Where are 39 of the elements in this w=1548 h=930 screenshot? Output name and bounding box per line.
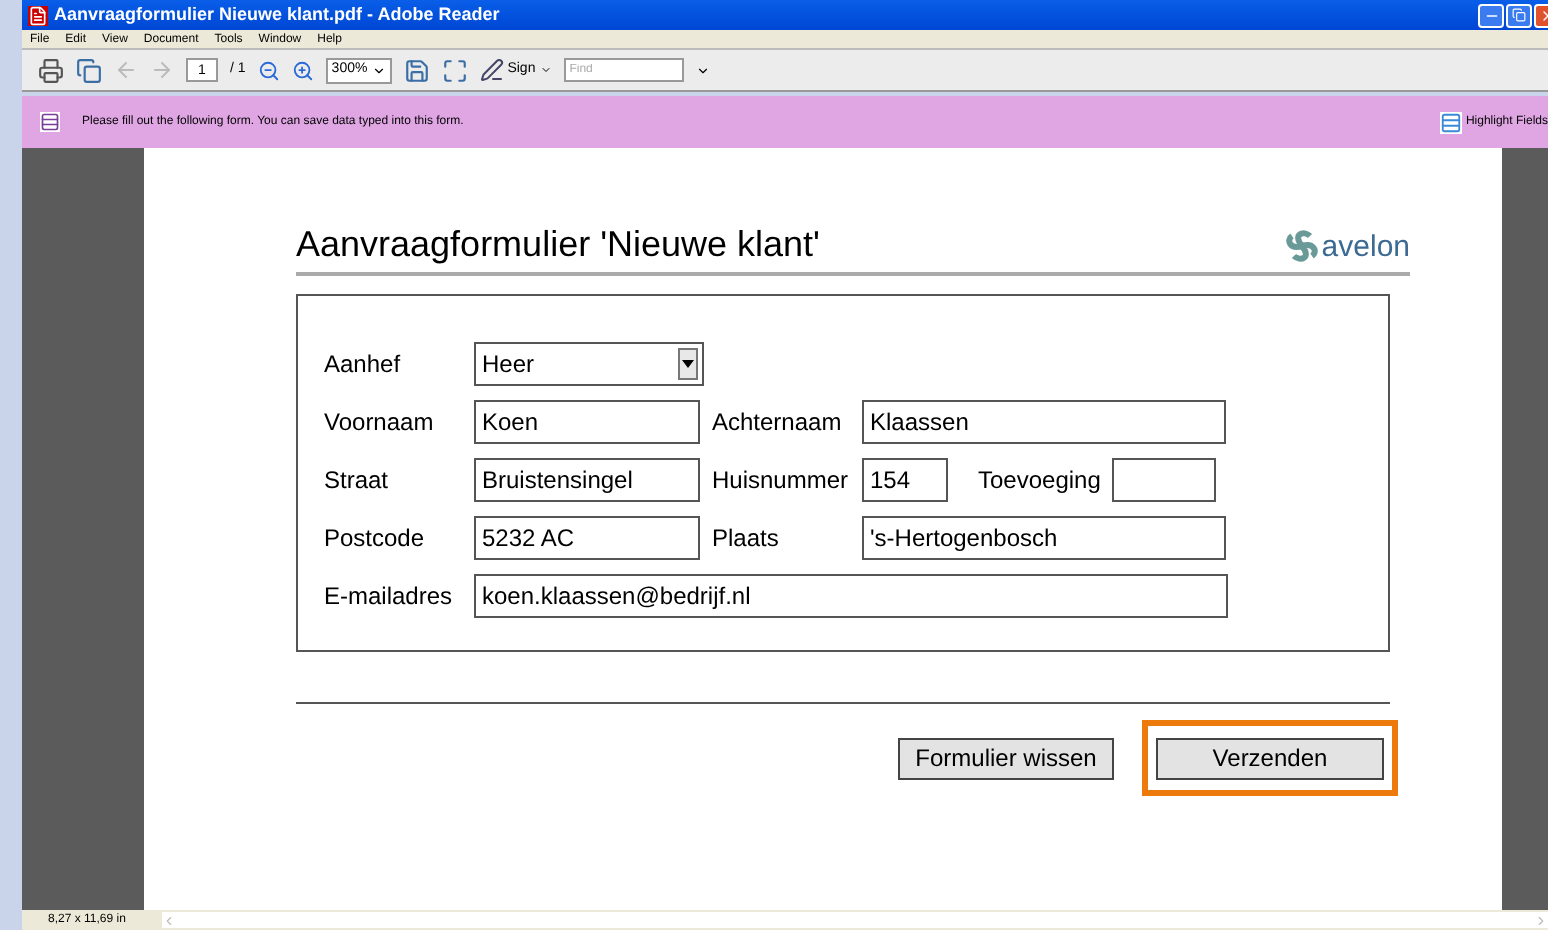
zoom-out-icon[interactable] bbox=[257, 59, 280, 81]
dropdown-field[interactable]: Heer bbox=[474, 342, 704, 386]
find-options-icon[interactable] bbox=[695, 63, 710, 77]
field-label: Aanhef bbox=[324, 348, 403, 382]
company-logo: avelon bbox=[1283, 230, 1410, 262]
save-icon[interactable] bbox=[403, 57, 430, 83]
field-label: Voornaam bbox=[324, 406, 436, 440]
input-field[interactable]: 154 bbox=[862, 458, 948, 502]
caret-icon bbox=[371, 63, 386, 77]
pages-icon[interactable] bbox=[76, 57, 102, 83]
restore-button[interactable] bbox=[1506, 3, 1532, 27]
caret-icon bbox=[539, 64, 552, 76]
input-field[interactable] bbox=[1112, 458, 1216, 502]
input-field[interactable]: Koen bbox=[474, 400, 700, 444]
input-field[interactable]: Bruistensingel bbox=[474, 458, 700, 502]
field-label: Toevoeging bbox=[976, 464, 1103, 498]
form-button[interactable]: Verzenden bbox=[1156, 737, 1384, 779]
form-button[interactable]: Formulier wissen bbox=[898, 737, 1114, 779]
pdf-file-icon bbox=[28, 5, 48, 25]
field-label: E-mailadres bbox=[324, 580, 455, 614]
minimize-button[interactable] bbox=[1478, 3, 1504, 27]
zoom-in-icon[interactable] bbox=[291, 59, 314, 81]
highlight-fields-icon bbox=[1439, 111, 1462, 133]
restore-icon bbox=[1512, 8, 1526, 22]
input-field[interactable]: koen.klaassen@bedrijf.nl bbox=[474, 574, 1228, 618]
window-title: Aanvraagformulier Nieuwe klant.pdf - Adobe Reader bbox=[54, 1, 502, 28]
form-icon bbox=[40, 112, 60, 132]
field-label: Straat bbox=[324, 464, 391, 498]
field-label: Achternaam bbox=[712, 406, 844, 440]
print-icon[interactable] bbox=[38, 57, 64, 83]
pen-icon bbox=[479, 58, 504, 82]
field-label: Plaats bbox=[712, 522, 781, 556]
form-title: Aanvraagformulier 'Nieuwe klant' bbox=[296, 226, 820, 262]
field-label: Postcode bbox=[324, 522, 427, 556]
field-label: Huisnummer bbox=[712, 464, 851, 498]
fit-page-icon[interactable] bbox=[441, 57, 468, 83]
input-field[interactable]: 5232 AC bbox=[474, 516, 700, 560]
input-field[interactable]: Klaassen bbox=[862, 400, 1226, 444]
input-field[interactable]: 's-Hertogenbosch bbox=[862, 516, 1226, 560]
